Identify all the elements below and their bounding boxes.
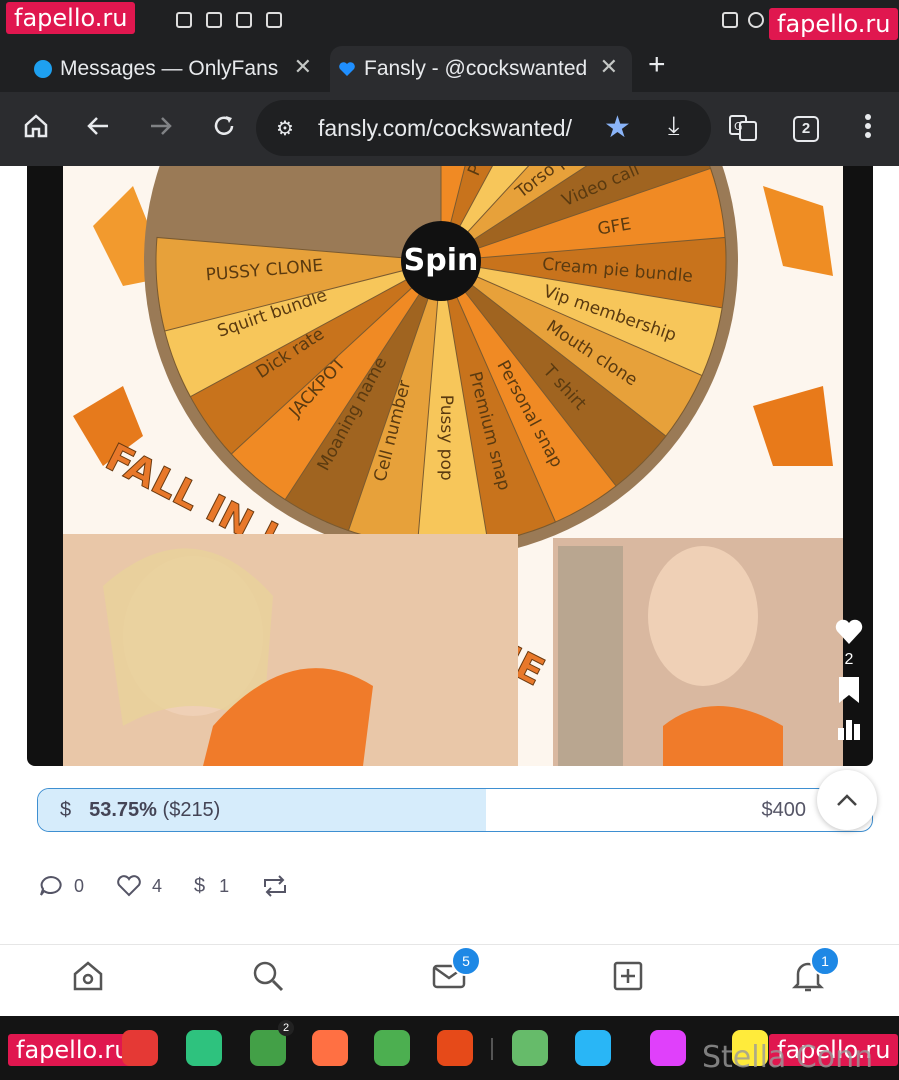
home-icon bbox=[73, 961, 103, 991]
tab-messages-onlyfans[interactable]: Messages — OnlyFans ✕ bbox=[26, 46, 326, 92]
reload-button[interactable] bbox=[206, 112, 242, 147]
heart-outline-icon bbox=[117, 875, 141, 897]
status-icons bbox=[176, 12, 282, 28]
url-text[interactable]: fansly.com/cockswanted/ bbox=[318, 115, 572, 142]
close-tab-icon[interactable]: ✕ bbox=[600, 54, 618, 80]
bottom-nav: 5 1 bbox=[0, 946, 899, 1016]
alarm-icon bbox=[748, 12, 764, 28]
scroll-up-button[interactable] bbox=[817, 770, 877, 830]
home-button[interactable] bbox=[18, 112, 54, 147]
app-icon[interactable] bbox=[650, 1030, 686, 1066]
repost-icon bbox=[264, 875, 287, 897]
media-side-actions: 2 bbox=[834, 618, 864, 747]
post-media[interactable]: Own all my fivesPUSSY/TITTY CLONEPanties… bbox=[27, 166, 873, 766]
chevron-up-icon bbox=[837, 794, 857, 806]
download-icon[interactable]: ⤓ bbox=[668, 110, 680, 142]
notes-app-icon[interactable] bbox=[437, 1030, 473, 1066]
svg-text:G: G bbox=[734, 120, 743, 133]
leaf-icon bbox=[763, 186, 833, 276]
voicemail-icon bbox=[176, 12, 192, 28]
phone-app-icon[interactable] bbox=[122, 1030, 158, 1066]
address-bar[interactable]: ⚙ fansly.com/cockswanted/ ★ ⤓ bbox=[256, 100, 711, 156]
bookmark-star-icon[interactable]: ★ bbox=[604, 110, 631, 145]
watermark: fapello.ru bbox=[769, 8, 899, 40]
repost-stat[interactable] bbox=[261, 875, 299, 897]
translate-icon: G bbox=[729, 115, 757, 141]
watermark: fapello.ru bbox=[8, 1034, 138, 1066]
goal-label: $53.75% ($215) bbox=[60, 799, 220, 822]
status-bar: fapello.ru fapello.ru bbox=[0, 0, 899, 42]
tab-title: Messages — OnlyFans bbox=[60, 57, 279, 80]
calendar-icon bbox=[266, 12, 282, 28]
site-settings-icon[interactable]: ⚙ bbox=[276, 116, 294, 141]
chrome-app-icon[interactable] bbox=[374, 1030, 410, 1066]
nfc-icon bbox=[722, 12, 738, 28]
tab-switcher-button[interactable]: 2 bbox=[793, 116, 819, 142]
reload-icon bbox=[214, 116, 234, 135]
search-icon bbox=[253, 961, 284, 992]
tab-title: Fansly - @cockswanted bbox=[364, 57, 588, 80]
wheel-segment-label: Pussy pop bbox=[436, 395, 456, 481]
promo-poster: Own all my fivesPUSSY/TITTY CLONEPanties… bbox=[63, 166, 843, 766]
nav-create[interactable] bbox=[610, 958, 650, 998]
goal-percent: 53.75% bbox=[89, 799, 157, 821]
tip-goal-bar[interactable]: $53.75% ($215) $400 bbox=[37, 788, 873, 832]
leaf-icon bbox=[753, 386, 833, 466]
forward-button[interactable] bbox=[143, 112, 179, 147]
tab-fansly[interactable]: Fansly - @cockswanted ✕ bbox=[330, 46, 632, 92]
tips-count: 1 bbox=[219, 875, 230, 896]
dictionary-app-icon[interactable] bbox=[512, 1030, 548, 1066]
tab-strip: Messages — OnlyFans ✕ Fansly - @cockswan… bbox=[0, 42, 899, 92]
heart-icon[interactable] bbox=[834, 618, 864, 646]
likes-count: 4 bbox=[152, 875, 163, 896]
spin-wheel: Own all my fivesPUSSY/TITTY CLONEPanties… bbox=[63, 166, 843, 766]
app-badge: 2 bbox=[278, 1020, 294, 1036]
screenshot-icon bbox=[236, 12, 252, 28]
divider bbox=[0, 944, 899, 945]
comments-count: 0 bbox=[74, 875, 85, 896]
image-icon bbox=[206, 12, 222, 28]
new-tab-button[interactable]: + bbox=[648, 48, 666, 82]
goal-target: $400 bbox=[761, 799, 807, 821]
onlyfans-icon bbox=[34, 60, 52, 78]
home-icon bbox=[24, 114, 48, 138]
goal-amount: ($215) bbox=[162, 799, 221, 821]
likes-stat[interactable]: 4 bbox=[116, 874, 162, 898]
more-vert-icon bbox=[865, 114, 871, 138]
arrow-left-icon bbox=[87, 117, 108, 135]
watermark: fapello.ru bbox=[6, 2, 136, 34]
telegram-app-icon[interactable] bbox=[575, 1030, 611, 1066]
nav-notifications[interactable]: 1 bbox=[790, 946, 840, 998]
notifications-badge: 1 bbox=[810, 946, 840, 976]
dollar-icon: $ bbox=[60, 799, 72, 821]
dollar-icon: $ bbox=[194, 874, 206, 897]
close-tab-icon[interactable]: ✕ bbox=[294, 54, 312, 80]
comment-icon bbox=[40, 875, 62, 896]
post-stats: 0 4 $ 1 bbox=[38, 874, 331, 898]
bookmark-icon[interactable] bbox=[837, 675, 861, 705]
translate-button[interactable]: G bbox=[725, 112, 761, 149]
dock-divider bbox=[491, 1038, 493, 1060]
overflow-menu-button[interactable] bbox=[850, 112, 886, 147]
stats-icon[interactable] bbox=[836, 716, 862, 742]
signature-watermark: Stella Conn bbox=[702, 1040, 874, 1075]
add-box-icon bbox=[613, 961, 643, 991]
app-icon[interactable]: 2 bbox=[250, 1020, 294, 1066]
nav-messages[interactable]: 5 bbox=[431, 946, 481, 998]
fansly-icon bbox=[338, 60, 356, 78]
firefox-app-icon[interactable] bbox=[312, 1030, 348, 1066]
nav-search[interactable] bbox=[250, 958, 290, 998]
nav-home[interactable] bbox=[70, 958, 110, 998]
media-like-count: 2 bbox=[844, 651, 854, 668]
tips-stat[interactable]: $ 1 bbox=[194, 875, 229, 898]
arrow-right-icon bbox=[151, 117, 172, 135]
back-button[interactable] bbox=[80, 112, 116, 147]
messages-app-icon[interactable] bbox=[186, 1030, 222, 1066]
messages-badge: 5 bbox=[451, 946, 481, 976]
status-right-icons bbox=[722, 12, 764, 28]
browser-toolbar: ⚙ fansly.com/cockswanted/ ★ ⤓ G 2 bbox=[0, 92, 899, 166]
spin-label: Spin bbox=[404, 243, 479, 278]
comments-stat[interactable]: 0 bbox=[38, 874, 84, 898]
